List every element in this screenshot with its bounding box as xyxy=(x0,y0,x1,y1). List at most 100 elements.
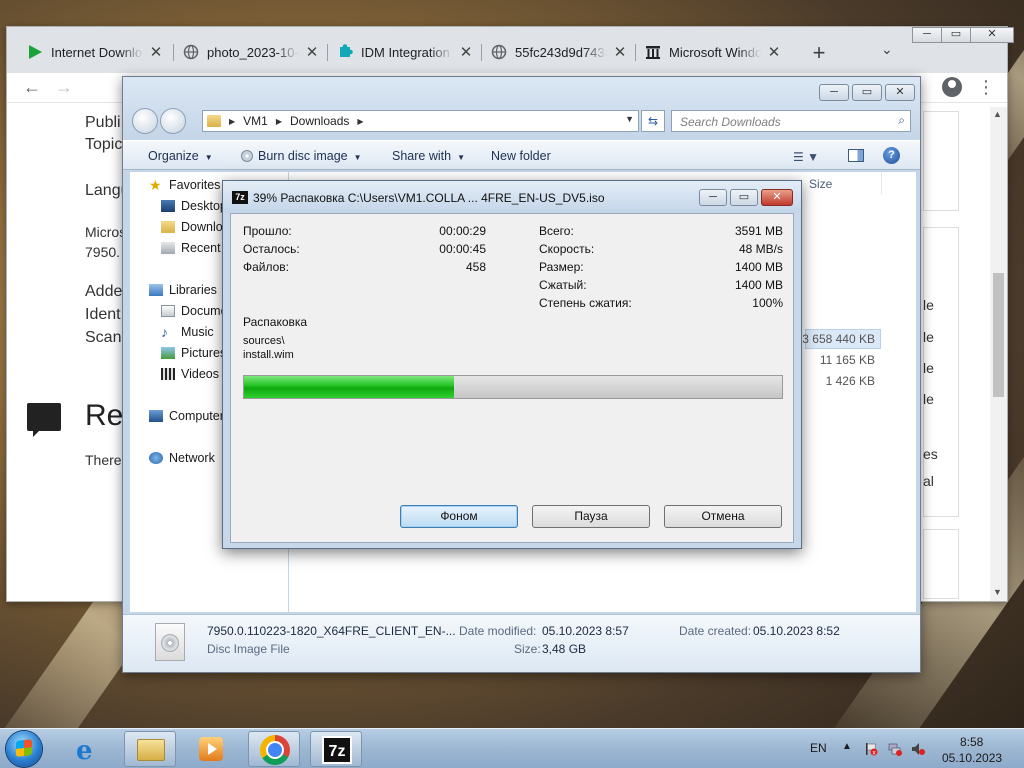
scroll-up-icon[interactable]: ▲ xyxy=(993,109,1002,119)
nav-favorites[interactable]: ★ Favorites xyxy=(149,178,220,192)
chevron-down-icon: ▼ xyxy=(204,153,213,162)
close-icon[interactable]: ✕ xyxy=(305,43,319,61)
dialog-title: 39% Распаковка C:\Users\VM1.COLLA ... 4F… xyxy=(253,191,605,205)
refresh-button[interactable]: ⇆ xyxy=(641,110,665,132)
tab-idm-integration[interactable]: IDM Integration Module ✕ xyxy=(327,37,473,67)
desktop-icon xyxy=(161,200,175,212)
view-options-icon[interactable]: ☰ ▼ xyxy=(793,150,819,164)
volume-muted-icon[interactable] xyxy=(911,742,925,756)
details-size-label: Size: xyxy=(514,642,541,656)
details-type: Disc Image File xyxy=(207,642,290,656)
network-status-icon[interactable] xyxy=(888,742,902,756)
preview-pane-icon[interactable] xyxy=(848,149,864,162)
nav-computer[interactable]: Computer xyxy=(149,409,224,423)
archive-icon xyxy=(645,44,661,60)
maximize-icon[interactable]: ▭ xyxy=(852,84,882,101)
maximize-icon[interactable]: ▭ xyxy=(730,189,758,206)
dialog-titlebar[interactable]: 7z 39% Распаковка C:\Users\VM1.COLLA ...… xyxy=(223,181,801,213)
cancel-button[interactable]: Отмена xyxy=(664,505,782,528)
clock-time[interactable]: 8:58 xyxy=(960,735,983,749)
kebab-menu-icon[interactable]: ⋮ xyxy=(977,77,995,98)
share-with-button[interactable]: Share with ▼ xyxy=(392,149,465,163)
close-icon[interactable]: ✕ xyxy=(613,43,627,61)
tab-hash[interactable]: 55fc243d9d7436 ✕ xyxy=(481,37,627,67)
search-input[interactable]: Search Downloads ⌕ xyxy=(671,110,911,132)
close-icon[interactable]: ✕ xyxy=(767,43,781,61)
burn-disc-image-button[interactable]: Burn disc image ▼ xyxy=(241,149,362,163)
chevron-down-icon[interactable]: ▼ xyxy=(625,114,634,124)
scroll-down-icon[interactable]: ▼ xyxy=(993,587,1002,597)
tab-microsoft-windows[interactable]: Microsoft Windows ✕ xyxy=(635,37,781,67)
nav-music[interactable]: ♪ Music xyxy=(161,325,214,339)
breadcrumb-vm1[interactable]: VM1 xyxy=(243,114,268,128)
taskbar-chrome[interactable] xyxy=(248,731,300,767)
taskbar-explorer[interactable] xyxy=(124,731,176,767)
taskbar-ie[interactable]: e xyxy=(62,731,114,767)
minimize-icon[interactable]: ─ xyxy=(819,84,849,101)
nav-libraries[interactable]: Libraries xyxy=(149,283,217,297)
organize-button[interactable]: Organize ▼ xyxy=(148,149,213,163)
chevron-right-icon[interactable]: ▶ xyxy=(229,117,235,126)
page-text-added: Adde xyxy=(85,283,123,300)
maximize-icon[interactable]: ▭ xyxy=(941,27,971,43)
chevron-down-icon: ▼ xyxy=(457,153,465,162)
chevron-right-icon[interactable]: ▶ xyxy=(276,117,282,126)
tray-expand-icon[interactable]: ▲ xyxy=(842,741,852,752)
page-scrollbar[interactable]: ▲ ▼ xyxy=(990,107,1007,601)
forward-arrow-icon[interactable]: → xyxy=(55,77,73,98)
forward-button[interactable] xyxy=(160,108,186,134)
sidebar-fragment: le xyxy=(923,360,934,376)
sevenzip-extract-dialog: 7z 39% Распаковка C:\Users\VM1.COLLA ...… xyxy=(222,180,802,549)
nav-desktop[interactable]: Desktop xyxy=(161,199,227,213)
profile-avatar-icon[interactable] xyxy=(942,77,962,97)
music-note-icon: ♪ xyxy=(161,324,168,340)
tab-internet-download-manager[interactable]: Internet Download Manager ✕ xyxy=(17,37,163,67)
back-arrow-icon[interactable]: ← xyxy=(23,77,41,98)
taskbar-media-player[interactable] xyxy=(186,731,238,767)
new-folder-button[interactable]: New folder xyxy=(491,149,551,163)
pause-button[interactable]: Пауза xyxy=(532,505,650,528)
search-icon[interactable]: ⌕ xyxy=(898,113,905,128)
stat-packed-label: Сжатый: xyxy=(539,278,587,292)
taskbar-sevenzip[interactable]: 7z xyxy=(310,731,362,767)
disc-image-icon xyxy=(155,623,185,661)
background-button[interactable]: Фоном xyxy=(400,505,518,528)
computer-icon xyxy=(149,410,163,422)
chevron-down-icon[interactable]: ⌄ xyxy=(881,41,893,58)
chevron-right-icon[interactable]: ▶ xyxy=(357,117,363,126)
star-icon: ★ xyxy=(149,177,162,193)
nav-label: Libraries xyxy=(169,283,217,297)
tab-photo[interactable]: photo_2023-10-05 ✕ xyxy=(173,37,319,67)
new-tab-button[interactable]: + xyxy=(807,40,831,66)
start-button[interactable] xyxy=(6,731,42,767)
sidebar-fragment: le xyxy=(923,329,934,345)
close-icon[interactable]: ✕ xyxy=(885,84,915,101)
minimize-icon[interactable]: ─ xyxy=(699,189,727,206)
clock-date[interactable]: 05.10.2023 xyxy=(942,751,1002,765)
dialog-window-controls: ─ ▭ ✕ xyxy=(696,189,793,206)
extraction-progress-bar xyxy=(243,375,783,399)
column-header-size[interactable]: Size xyxy=(809,177,832,191)
close-icon[interactable]: ✕ xyxy=(970,27,1014,43)
nav-pictures[interactable]: Pictures xyxy=(161,346,226,360)
scroll-thumb[interactable] xyxy=(993,273,1004,397)
close-icon[interactable]: ✕ xyxy=(149,43,163,61)
page-text-identifier: Ident xyxy=(85,306,121,323)
address-bar[interactable]: ▶ VM1 ▶ Downloads ▶ ▼ xyxy=(202,110,639,132)
nav-videos[interactable]: Videos xyxy=(161,367,219,381)
help-icon[interactable]: ? xyxy=(883,147,900,164)
page-text-version: 7950. xyxy=(85,244,121,260)
language-indicator[interactable]: EN xyxy=(810,741,827,755)
column-divider xyxy=(881,172,882,194)
nav-label: Desktop xyxy=(181,199,227,213)
close-icon[interactable]: ✕ xyxy=(761,189,793,206)
puzzle-icon xyxy=(337,44,353,60)
action-center-flag-icon[interactable]: x xyxy=(864,742,878,756)
close-icon[interactable]: ✕ xyxy=(459,43,473,61)
breadcrumb-downloads[interactable]: Downloads xyxy=(290,114,349,128)
nav-label: Computer xyxy=(169,409,224,423)
back-button[interactable] xyxy=(132,108,158,134)
minimize-icon[interactable]: ─ xyxy=(912,27,942,43)
stat-remaining-label: Осталось: xyxy=(243,242,300,256)
nav-network[interactable]: Network xyxy=(149,451,215,465)
